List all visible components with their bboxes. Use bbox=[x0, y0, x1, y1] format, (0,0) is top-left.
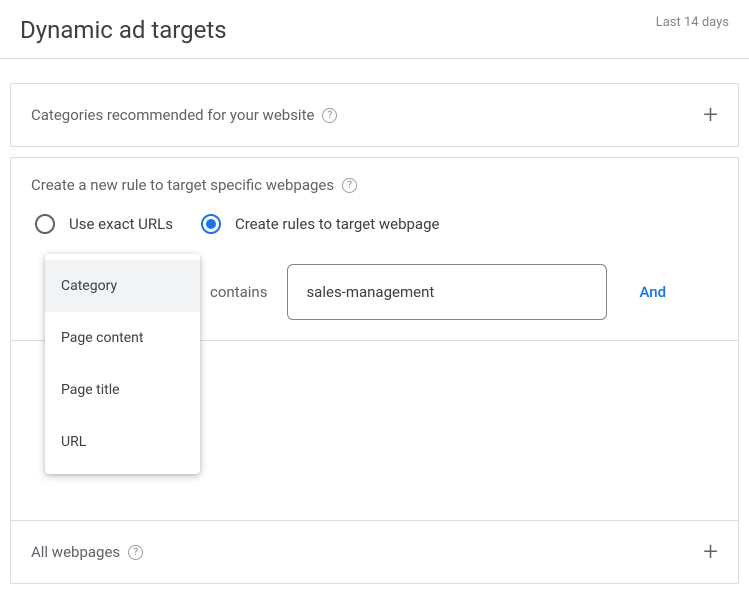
content-area: Categories recommended for your website … bbox=[0, 59, 749, 584]
rule-builder-row: Category Page content Page title URL con… bbox=[11, 254, 738, 340]
radio-icon bbox=[201, 214, 221, 234]
plus-icon[interactable]: + bbox=[703, 539, 718, 565]
help-icon[interactable]: ? bbox=[322, 108, 337, 123]
rules-panel: Create a new rule to target specific web… bbox=[10, 157, 739, 584]
page-header: Dynamic ad targets Last 14 days bbox=[0, 0, 749, 48]
dropdown-item-page-title[interactable]: Page title bbox=[45, 364, 200, 416]
rules-title-text: Create a new rule to target specific web… bbox=[31, 176, 334, 194]
radio-exact-label: Use exact URLs bbox=[69, 215, 173, 233]
categories-panel-header[interactable]: Categories recommended for your website … bbox=[11, 84, 738, 146]
categories-panel-title: Categories recommended for your website … bbox=[31, 106, 337, 124]
categories-panel: Categories recommended for your website … bbox=[10, 83, 739, 147]
dropdown-item-page-content[interactable]: Page content bbox=[45, 312, 200, 364]
radio-rules-label: Create rules to target webpage bbox=[235, 215, 439, 233]
rule-value-input[interactable] bbox=[287, 264, 607, 320]
rules-panel-title: Create a new rule to target specific web… bbox=[11, 158, 738, 206]
date-range[interactable]: Last 14 days bbox=[656, 15, 729, 30]
attribute-dropdown-menu: Category Page content Page title URL bbox=[45, 254, 200, 474]
add-and-condition[interactable]: And bbox=[639, 283, 666, 301]
page-title: Dynamic ad targets bbox=[20, 16, 227, 44]
all-webpages-row[interactable]: All webpages ? + bbox=[11, 520, 738, 583]
radio-create-rules[interactable]: Create rules to target webpage bbox=[201, 214, 439, 234]
target-mode-radios: Use exact URLs Create rules to target we… bbox=[11, 206, 738, 254]
radio-selected-dot bbox=[206, 219, 216, 229]
help-icon[interactable]: ? bbox=[342, 178, 357, 193]
plus-icon[interactable]: + bbox=[703, 102, 718, 128]
all-webpages-title: All webpages ? bbox=[31, 543, 143, 561]
radio-icon bbox=[35, 214, 55, 234]
radio-exact-urls[interactable]: Use exact URLs bbox=[35, 214, 173, 234]
all-webpages-text: All webpages bbox=[31, 543, 120, 561]
dropdown-item-category[interactable]: Category bbox=[45, 260, 200, 312]
categories-title-text: Categories recommended for your website bbox=[31, 106, 314, 124]
operator-text: contains bbox=[210, 283, 267, 301]
help-icon[interactable]: ? bbox=[128, 545, 143, 560]
dropdown-item-url[interactable]: URL bbox=[45, 416, 200, 468]
